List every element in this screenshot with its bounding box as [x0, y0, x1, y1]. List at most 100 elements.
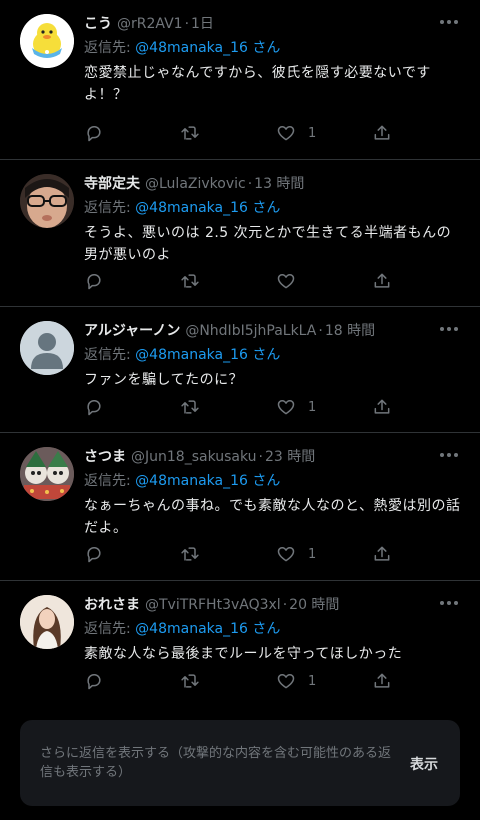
timestamp[interactable]: 1日 [191, 14, 214, 34]
heart-icon [277, 274, 295, 289]
avatar[interactable] [20, 321, 74, 375]
like-button[interactable] [276, 270, 308, 292]
heart-icon [277, 126, 295, 141]
reply-to-handle[interactable]: @48manaka_16 [135, 40, 248, 56]
like-count: 1 [308, 546, 317, 562]
user-handle[interactable]: @NhdIbI5jhPaLkLA [185, 321, 316, 341]
reply-button[interactable] [84, 396, 104, 418]
reply-to-line: 返信先: @48manaka_16 さん [84, 198, 464, 218]
like-button[interactable]: 1 [276, 670, 316, 692]
reply-button[interactable] [84, 670, 104, 692]
reply-to-line: 返信先: @48manaka_16 さん [84, 619, 464, 639]
separator-dot: · [247, 176, 253, 192]
action-bar [84, 270, 394, 292]
default-avatar-icon [20, 321, 74, 375]
reply-to-handle[interactable]: @48manaka_16 [135, 621, 248, 637]
reply-to-suffix[interactable]: さん [252, 200, 280, 216]
avatar[interactable] [20, 447, 74, 501]
share-button[interactable] [372, 543, 392, 565]
reply-to-line: 返信先: @48manaka_16 さん [84, 471, 464, 491]
like-count: 1 [308, 125, 317, 141]
show-more-replies-card[interactable]: さらに返信を表示する（攻撃的な内容を含む可能性のある返信も表示する） 表示 [20, 720, 460, 806]
share-icon [374, 546, 390, 561]
share-button[interactable] [372, 670, 392, 692]
like-count: 1 [308, 399, 317, 415]
reply-to-line: 返信先: @48manaka_16 さん [84, 38, 464, 58]
heart-icon [277, 674, 295, 689]
more-options-icon[interactable] [440, 327, 458, 333]
display-name[interactable]: さつま [84, 447, 126, 467]
reply-to-prefix: 返信先: [84, 621, 131, 637]
reply-to-handle[interactable]: @48manaka_16 [135, 473, 248, 489]
reply-item[interactable]: アルジャーノン @NhdIbI5jhPaLkLA · 18 時間 返信先: @4… [0, 307, 480, 433]
figurines-avatar-icon [20, 447, 74, 501]
retweet-button[interactable] [180, 122, 200, 144]
reply-text: そうよ、悪いのは 2.5 次元とかで生きてる半端者もんの男が悪いのよ [84, 225, 452, 263]
reply-item[interactable]: おれさま @TviTRFHt3vAQ3xl · 20 時間 返信先: @48ma… [0, 581, 480, 705]
reply-to-line: 返信先: @48manaka_16 さん [84, 345, 464, 365]
user-handle[interactable]: @rR2AV1 [117, 14, 183, 34]
retweet-button[interactable] [180, 543, 200, 565]
reply-text: ファンを騙してたのに？ [84, 372, 244, 388]
like-button[interactable]: 1 [276, 543, 316, 565]
reply-header: 寺部定夫 @LulaZivkovic · 13 時間 [84, 174, 464, 194]
reply-text: 恋愛禁止じゃなんですから、彼氏を隠す必要ないですよ！？ [84, 65, 431, 103]
retweet-button[interactable] [180, 270, 200, 292]
person-avatar-icon [20, 595, 74, 649]
reply-to-suffix[interactable]: さん [252, 473, 280, 489]
comment-icon [87, 400, 101, 416]
share-button[interactable] [372, 122, 392, 144]
timestamp[interactable]: 20 時間 [289, 595, 339, 615]
action-bar: 1 [84, 670, 394, 692]
more-options-icon[interactable] [440, 20, 458, 26]
separator-dot: · [258, 449, 263, 465]
like-button[interactable]: 1 [276, 396, 316, 418]
avatar[interactable] [20, 174, 74, 228]
user-handle[interactable]: @LulaZivkovic [145, 174, 246, 194]
heart-icon [277, 400, 295, 415]
comment-icon [87, 674, 101, 690]
user-handle[interactable]: @Jun18_sakusaku [131, 447, 257, 467]
timestamp[interactable]: 18 時間 [325, 321, 375, 341]
show-more-replies-label: さらに返信を表示する（攻撃的な内容を含む可能性のある返信も表示する） [40, 746, 392, 780]
reply-item[interactable]: こう @rR2AV1 · 1日 返信先: @48manaka_16 さん 恋愛禁… [0, 0, 480, 160]
retweet-icon [181, 674, 199, 688]
heart-icon [277, 547, 295, 562]
reply-to-prefix: 返信先: [84, 40, 131, 56]
reply-to-handle[interactable]: @48manaka_16 [135, 347, 248, 363]
display-name[interactable]: アルジャーノン [84, 321, 180, 341]
show-button[interactable]: 表示 [410, 754, 438, 774]
reply-button[interactable] [84, 543, 104, 565]
user-handle[interactable]: @TviTRFHt3vAQ3xl [145, 595, 281, 615]
avatar[interactable] [20, 595, 74, 649]
timestamp[interactable]: 23 時間 [265, 447, 315, 467]
display-name[interactable]: こう [84, 14, 112, 34]
reply-item[interactable]: さつま @Jun18_sakusaku · 23 時間 返信先: @48mana… [0, 433, 480, 581]
reply-text: 素敵な人なら最後までルールを守ってほしかった [84, 646, 403, 662]
separator-dot: · [318, 323, 323, 339]
more-options-icon[interactable] [440, 601, 458, 607]
reply-to-suffix[interactable]: さん [252, 40, 280, 56]
avatar[interactable] [20, 14, 74, 68]
comment-icon [87, 274, 101, 290]
reply-to-suffix[interactable]: さん [252, 347, 280, 363]
display-name[interactable]: おれさま [84, 595, 140, 615]
retweet-button[interactable] [180, 396, 200, 418]
reply-to-handle[interactable]: @48manaka_16 [135, 200, 248, 216]
reply-button[interactable] [84, 122, 104, 144]
timestamp[interactable]: 13 時間 [254, 174, 304, 194]
reply-item[interactable]: 寺部定夫 @LulaZivkovic · 13 時間 返信先: @48manak… [0, 160, 480, 307]
reply-to-prefix: 返信先: [84, 347, 131, 363]
reply-button[interactable] [84, 270, 104, 292]
share-icon [374, 673, 390, 688]
share-button[interactable] [372, 270, 392, 292]
reply-to-suffix[interactable]: さん [252, 621, 280, 637]
share-button[interactable] [372, 396, 392, 418]
retweet-button[interactable] [180, 670, 200, 692]
reply-header: こう @rR2AV1 · 1日 [84, 14, 464, 34]
like-button[interactable]: 1 [276, 122, 316, 144]
retweet-icon [181, 547, 199, 561]
more-options-icon[interactable] [440, 453, 458, 459]
duck-avatar-icon [20, 14, 74, 68]
display-name[interactable]: 寺部定夫 [84, 174, 140, 194]
